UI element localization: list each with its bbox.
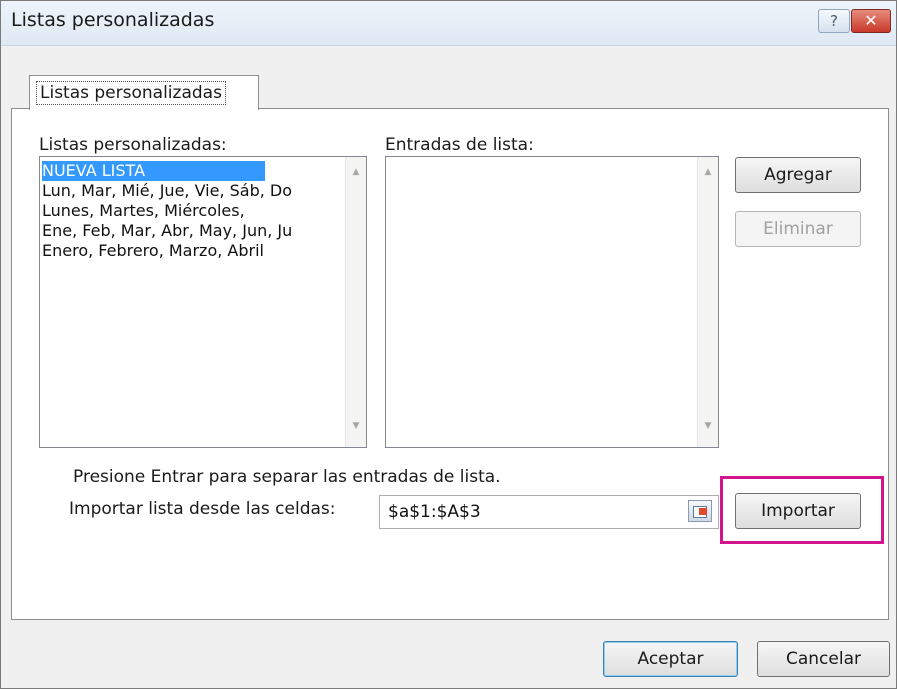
delete-button[interactable]: Eliminar [735,211,861,247]
custom-lists-dialog: Listas personalizadas ? ✕ Listas persona… [0,0,897,689]
help-button[interactable]: ? [818,9,850,33]
range-selector-icon[interactable] [688,500,712,522]
list-item[interactable]: Lunes, Martes, Miércoles, [42,201,245,221]
close-button[interactable]: ✕ [851,9,891,33]
custom-lists-label: Listas personalizadas: [39,135,227,155]
scroll-down-arrow-icon[interactable]: ▼ [698,421,718,431]
list-item[interactable]: NUEVA LISTA [42,161,266,181]
import-button[interactable]: Importar [735,493,861,529]
tab-custom-lists[interactable]: Listas personalizadas [29,75,259,110]
custom-lists-scrollbar[interactable]: ▲ ▼ [345,157,366,447]
list-entries-scrollbar[interactable]: ▲ ▼ [697,157,718,447]
import-range-input[interactable]: $a$1:$A$3 [379,495,719,529]
list-entries-label: Entradas de lista: [385,135,534,155]
list-entries-textbox[interactable]: ▲ ▼ [385,156,719,448]
list-item[interactable]: Lun, Mar, Mié, Jue, Vie, Sáb, Do [42,181,292,201]
add-button[interactable]: Agregar [735,157,861,193]
cancel-button[interactable]: Cancelar [757,641,890,677]
import-range-value: $a$1:$A$3 [388,502,481,522]
scroll-down-arrow-icon[interactable]: ▼ [346,421,366,431]
custom-lists-listbox[interactable]: NUEVA LISTA Lun, Mar, Mié, Jue, Vie, Sáb… [39,156,367,448]
list-item[interactable]: Ene, Feb, Mar, Abr, May, Jun, Ju [42,221,292,241]
scroll-up-arrow-icon[interactable]: ▲ [698,167,718,177]
tab-label: Listas personalizadas [36,81,226,105]
title-bar: Listas personalizadas ? ✕ [1,1,896,46]
window-title: Listas personalizadas [11,9,215,31]
ok-button[interactable]: Aceptar [603,641,738,677]
list-item[interactable]: Enero, Febrero, Marzo, Abril [42,241,264,261]
scroll-up-arrow-icon[interactable]: ▲ [346,167,366,177]
hint-text: Presione Entrar para separar las entrada… [73,467,501,487]
import-field-label: Importar lista desde las celdas: [69,499,336,519]
